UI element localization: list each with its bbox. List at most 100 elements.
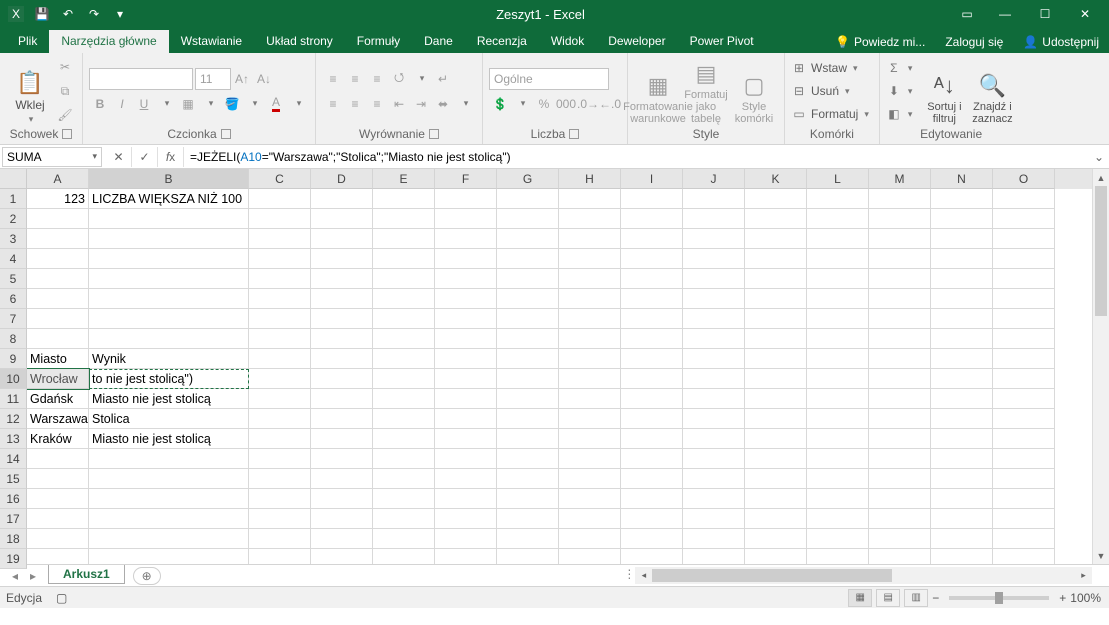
cell[interactable] [745, 249, 807, 269]
cell[interactable] [683, 429, 745, 449]
cell[interactable] [373, 389, 435, 409]
cell[interactable] [435, 229, 497, 249]
cell[interactable] [27, 209, 89, 229]
cell[interactable] [249, 309, 311, 329]
cell[interactable] [27, 229, 89, 249]
cell[interactable] [89, 329, 249, 349]
cell[interactable] [89, 469, 249, 489]
cancel-formula-button[interactable]: ✕ [106, 147, 132, 167]
cell[interactable] [435, 389, 497, 409]
tab-home[interactable]: Narzędzia główne [49, 30, 168, 53]
redo-icon[interactable]: ↷ [82, 2, 106, 26]
cell[interactable] [745, 209, 807, 229]
cell[interactable] [249, 549, 311, 564]
cell[interactable]: Stolica [89, 409, 249, 429]
zoom-out-button[interactable]: − [932, 591, 939, 605]
macro-record-icon[interactable]: ▢ [56, 591, 67, 605]
cell[interactable] [497, 309, 559, 329]
cell[interactable] [311, 469, 373, 489]
cell[interactable] [931, 389, 993, 409]
cell[interactable] [621, 349, 683, 369]
name-box[interactable]: SUMA▾ [2, 147, 102, 167]
cell[interactable] [559, 469, 621, 489]
cell[interactable] [869, 529, 931, 549]
cell[interactable] [249, 209, 311, 229]
cell[interactable] [869, 449, 931, 469]
cell[interactable] [27, 469, 89, 489]
cell[interactable] [249, 469, 311, 489]
cell[interactable] [435, 369, 497, 389]
cell[interactable] [559, 409, 621, 429]
cell[interactable] [621, 329, 683, 349]
cell[interactable] [249, 229, 311, 249]
cell[interactable] [993, 389, 1055, 409]
cell[interactable] [807, 329, 869, 349]
cell[interactable] [745, 429, 807, 449]
cell[interactable] [621, 289, 683, 309]
cell[interactable] [311, 249, 373, 269]
cell[interactable] [869, 389, 931, 409]
cell[interactable] [559, 509, 621, 529]
bold-button[interactable]: B [89, 93, 111, 115]
decrease-font-icon[interactable]: A↓ [253, 68, 275, 90]
number-format-combo[interactable] [489, 68, 609, 90]
paste-button[interactable]: 📋 Wklej ▾ [6, 55, 54, 127]
cell[interactable] [931, 469, 993, 489]
row-header[interactable]: 5 [0, 269, 27, 289]
clear-button[interactable]: ◧▾ [886, 103, 917, 125]
zoom-level[interactable]: 100% [1070, 591, 1101, 605]
cell[interactable] [869, 509, 931, 529]
cell[interactable] [497, 549, 559, 564]
cell[interactable] [807, 249, 869, 269]
cell[interactable] [931, 529, 993, 549]
cell[interactable] [89, 209, 249, 229]
cell[interactable] [311, 309, 373, 329]
cell[interactable] [745, 409, 807, 429]
page-break-view-button[interactable]: ▥ [904, 589, 928, 607]
cell[interactable] [497, 369, 559, 389]
accounting-format-icon[interactable]: 💲 [489, 93, 511, 115]
increase-decimal-icon[interactable]: .0→ [577, 93, 599, 115]
cell[interactable] [745, 509, 807, 529]
cell[interactable] [373, 509, 435, 529]
cell[interactable] [683, 549, 745, 564]
normal-view-button[interactable]: ▦ [848, 589, 872, 607]
column-header[interactable]: L [807, 169, 869, 189]
cell[interactable] [559, 229, 621, 249]
cell[interactable] [993, 549, 1055, 564]
cell[interactable] [993, 449, 1055, 469]
column-header[interactable]: J [683, 169, 745, 189]
decrease-decimal-icon[interactable]: ←.0 [599, 93, 621, 115]
sheet-tab-active[interactable]: Arkusz1 [48, 565, 125, 584]
cell[interactable] [311, 449, 373, 469]
cell[interactable] [311, 329, 373, 349]
row-header[interactable]: 1 [0, 189, 27, 209]
cell[interactable] [497, 249, 559, 269]
cell-styles-button[interactable]: ▢Style komórki [730, 55, 778, 127]
cell[interactable] [497, 529, 559, 549]
format-as-table-button[interactable]: ▤Formatuj jako tabelę [682, 55, 730, 127]
cell[interactable] [249, 409, 311, 429]
cell[interactable] [745, 329, 807, 349]
column-header[interactable]: H [559, 169, 621, 189]
cell[interactable] [993, 309, 1055, 329]
cell[interactable] [807, 229, 869, 249]
cell[interactable] [807, 509, 869, 529]
cell[interactable] [27, 529, 89, 549]
cell[interactable] [311, 289, 373, 309]
cell[interactable] [311, 389, 373, 409]
column-header[interactable]: G [497, 169, 559, 189]
align-bottom-icon[interactable]: ≡ [366, 68, 388, 90]
dialog-launcher-icon[interactable] [62, 129, 72, 139]
cell[interactable] [745, 269, 807, 289]
cell[interactable] [89, 529, 249, 549]
cell[interactable] [435, 249, 497, 269]
cell[interactable] [869, 189, 931, 209]
row-header[interactable]: 6 [0, 289, 27, 309]
cell[interactable] [931, 269, 993, 289]
cell[interactable] [683, 369, 745, 389]
cell[interactable] [249, 509, 311, 529]
scroll-right-icon[interactable]: ▸ [1075, 567, 1092, 584]
cell[interactable]: Miasto nie jest stolicą [89, 429, 249, 449]
row-header[interactable]: 7 [0, 309, 27, 329]
